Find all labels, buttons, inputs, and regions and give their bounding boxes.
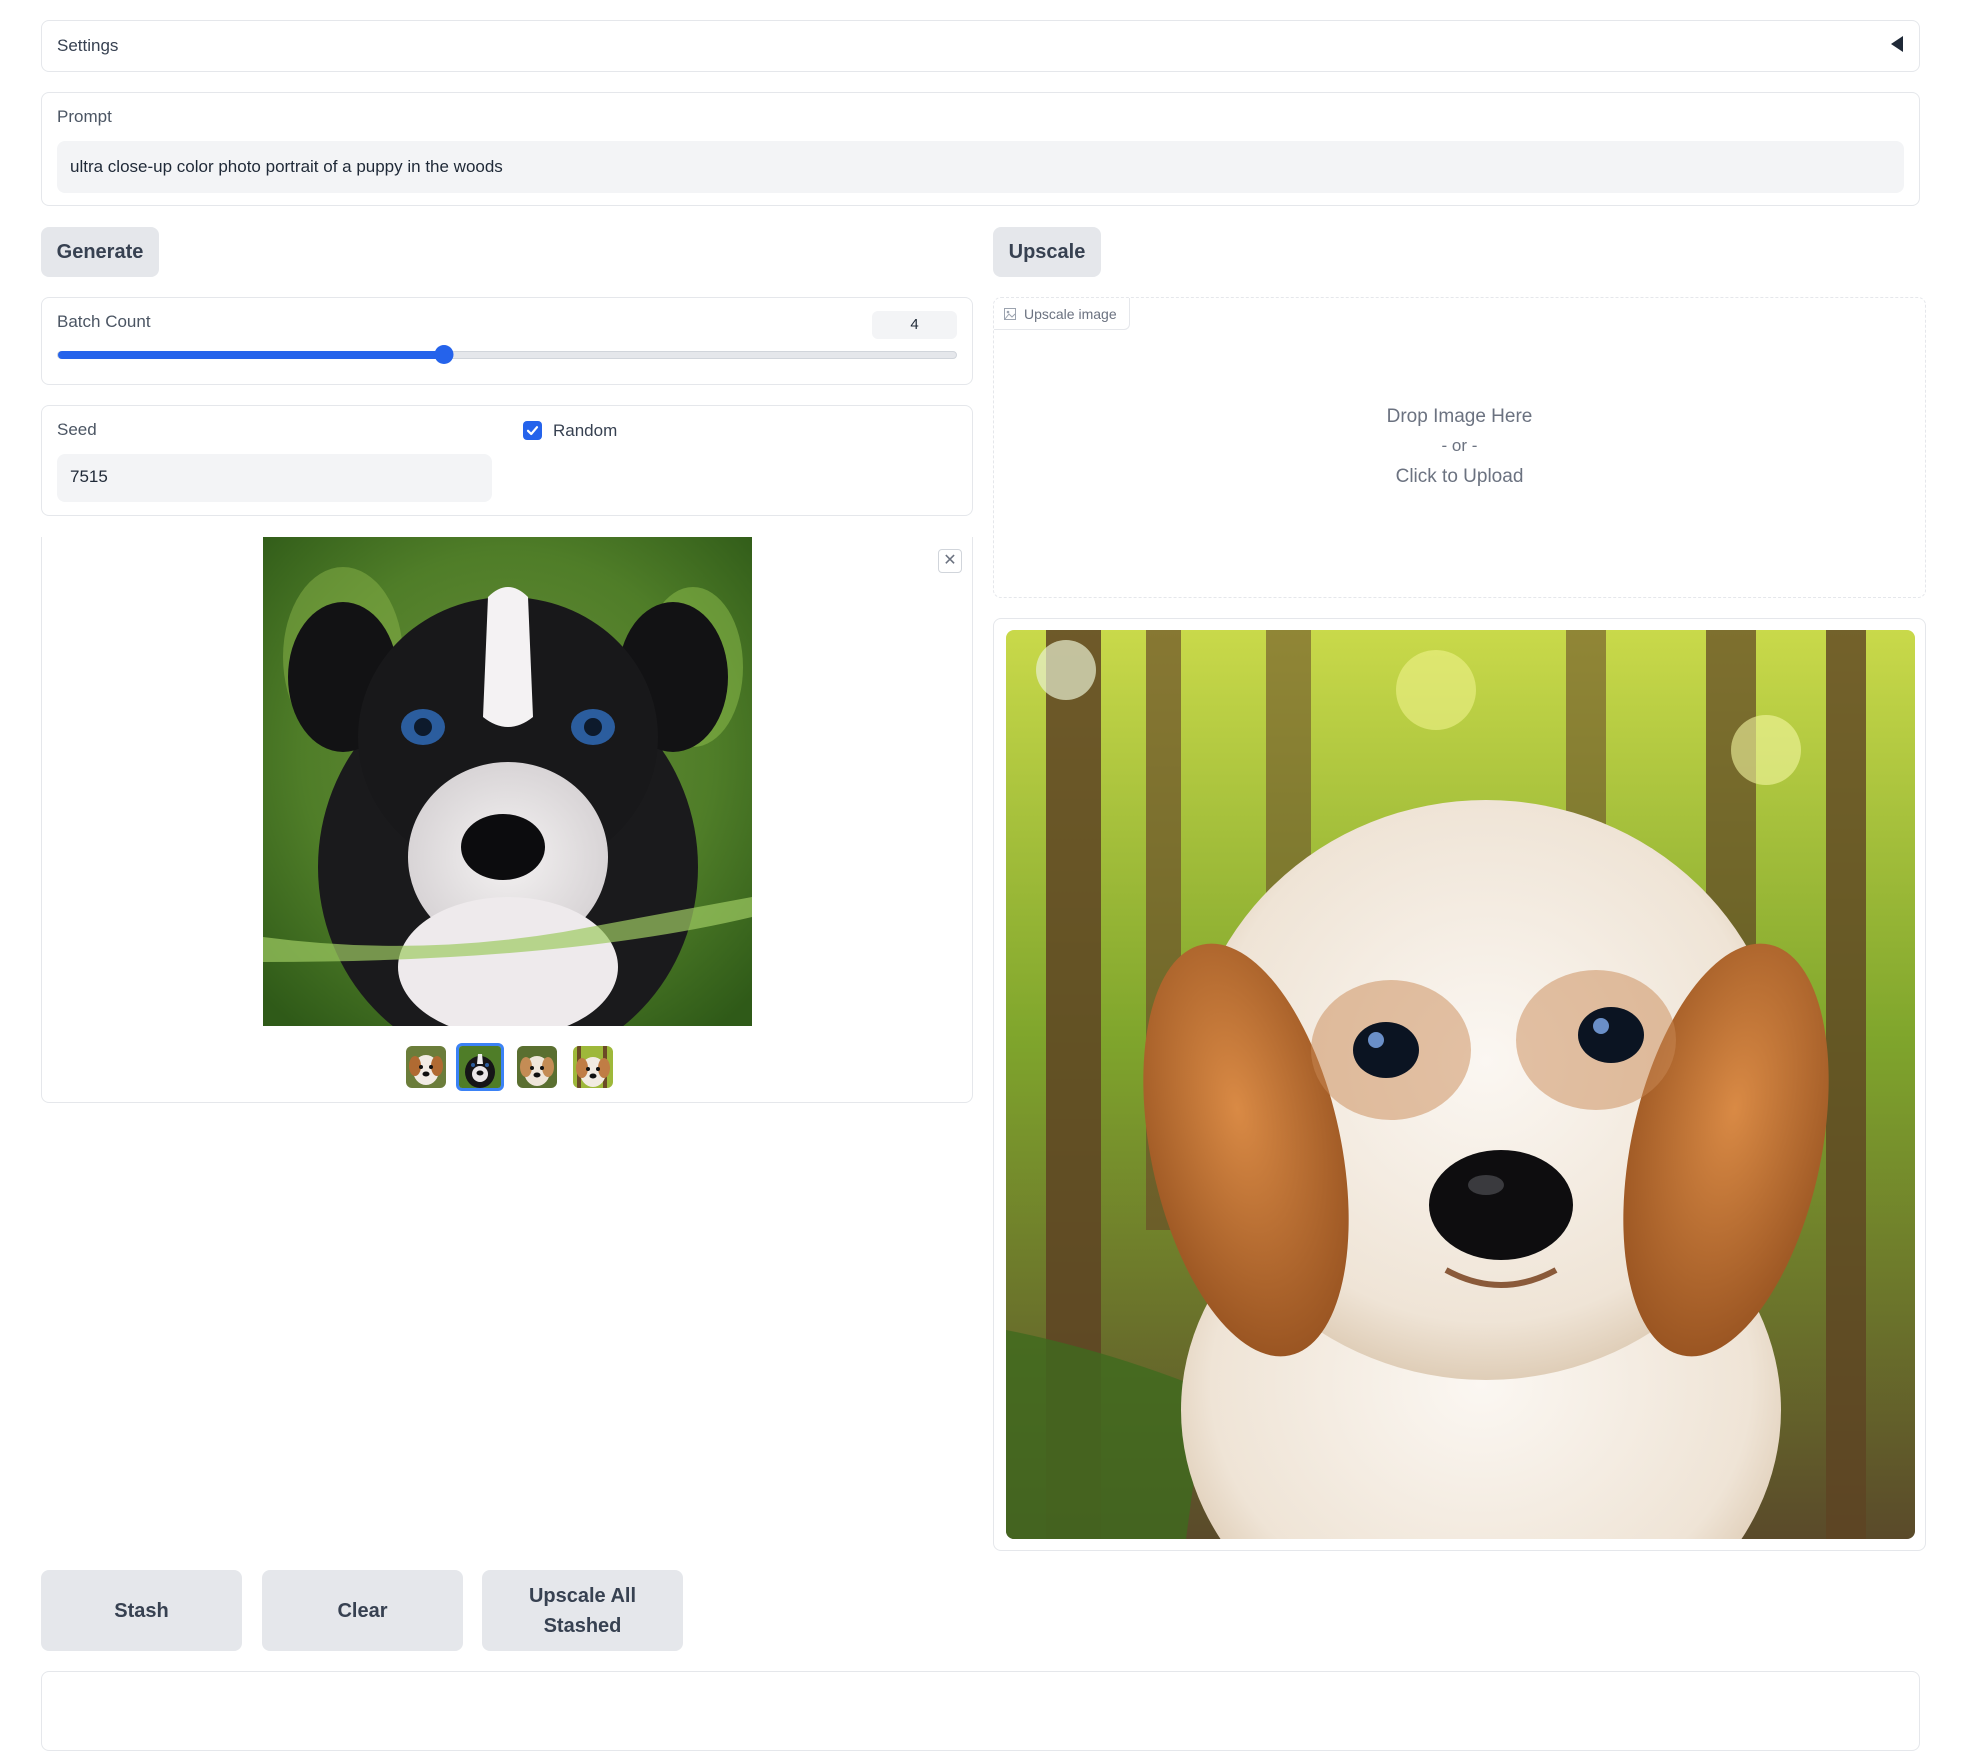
slider-thumb[interactable] xyxy=(434,345,454,364)
generate-button[interactable]: Generate xyxy=(41,227,159,277)
drop-image-text: Drop Image Here xyxy=(1386,406,1533,427)
settings-accordion[interactable]: Settings xyxy=(41,20,1920,72)
click-to-upload-text: Click to Upload xyxy=(1395,466,1524,487)
stash-button[interactable]: Stash xyxy=(41,1570,242,1651)
gallery-thumbnail[interactable] xyxy=(517,1046,557,1088)
gallery-thumbnail[interactable] xyxy=(406,1046,446,1088)
upscaled-output xyxy=(993,618,1926,1551)
slider-fill xyxy=(58,351,445,359)
settings-label: Settings xyxy=(57,36,119,55)
upscale-button[interactable]: Upscale xyxy=(993,227,1101,277)
prompt-input[interactable] xyxy=(57,141,1904,193)
random-checkbox[interactable] xyxy=(523,421,542,440)
close-gallery-icon[interactable]: ✕ xyxy=(938,549,962,573)
upscale-image-dropzone[interactable]: Upscale image Drop Image Here - or - Cli… xyxy=(993,297,1926,598)
clear-button[interactable]: Clear xyxy=(262,1570,463,1651)
bottom-panel xyxy=(41,1671,1920,1751)
prompt-label: Prompt xyxy=(57,107,112,126)
batch-count-block: Batch Count 4 xyxy=(41,297,973,385)
gallery-thumbnail-selected[interactable] xyxy=(456,1043,504,1091)
checkmark-icon xyxy=(526,426,539,436)
collapse-caret-icon[interactable] xyxy=(1891,36,1903,52)
batch-count-slider[interactable] xyxy=(57,345,957,364)
seed-label: Seed xyxy=(57,420,97,439)
batch-count-label: Batch Count xyxy=(57,312,151,331)
upscale-all-stashed-button[interactable]: Upscale All Stashed xyxy=(482,1570,683,1651)
random-label: Random xyxy=(553,421,618,440)
batch-count-value[interactable]: 4 xyxy=(872,311,957,339)
seed-block: Seed 7515 Random xyxy=(41,405,973,516)
gallery-main-image xyxy=(263,537,752,1067)
seed-input[interactable]: 7515 xyxy=(57,454,492,502)
image-icon xyxy=(1004,307,1016,320)
upscaled-image xyxy=(1006,630,1915,1539)
upscale-image-tag: Upscale image xyxy=(994,298,1130,330)
drop-or-text: - or - xyxy=(1441,436,1478,455)
upscale-image-label: Upscale image xyxy=(1024,305,1117,322)
gallery-thumbnail[interactable] xyxy=(573,1046,613,1088)
image-gallery: ✕ xyxy=(41,537,973,1103)
prompt-block: Prompt xyxy=(41,92,1920,206)
